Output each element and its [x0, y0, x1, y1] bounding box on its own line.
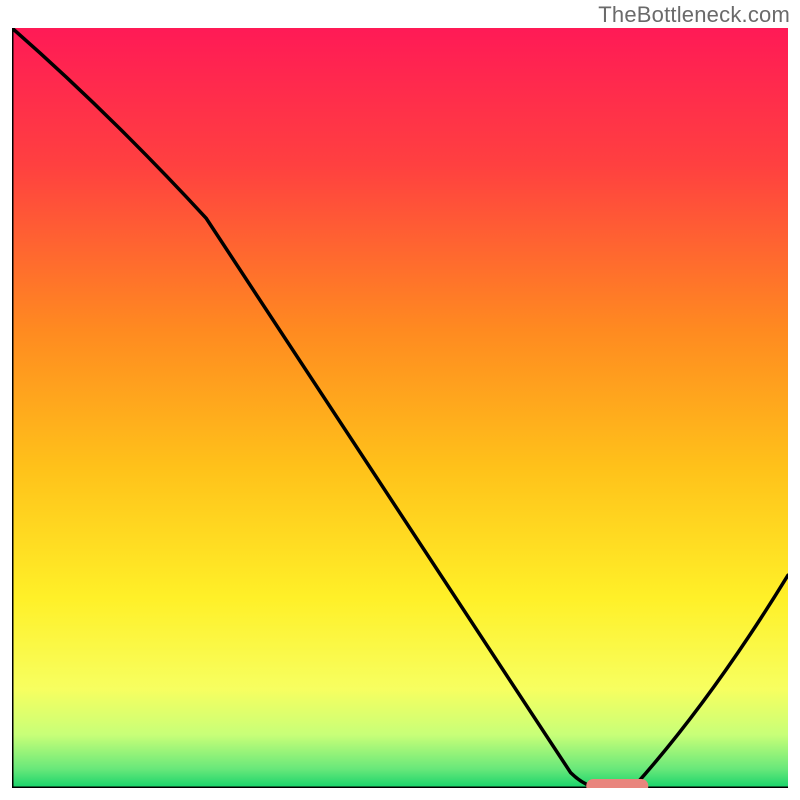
watermark-text: TheBottleneck.com [598, 2, 790, 28]
chart-container: TheBottleneck.com [0, 0, 800, 800]
chart-svg [12, 28, 788, 788]
gradient-rect [12, 28, 788, 788]
plot-frame [12, 28, 788, 788]
highlight-marker [586, 779, 648, 788]
